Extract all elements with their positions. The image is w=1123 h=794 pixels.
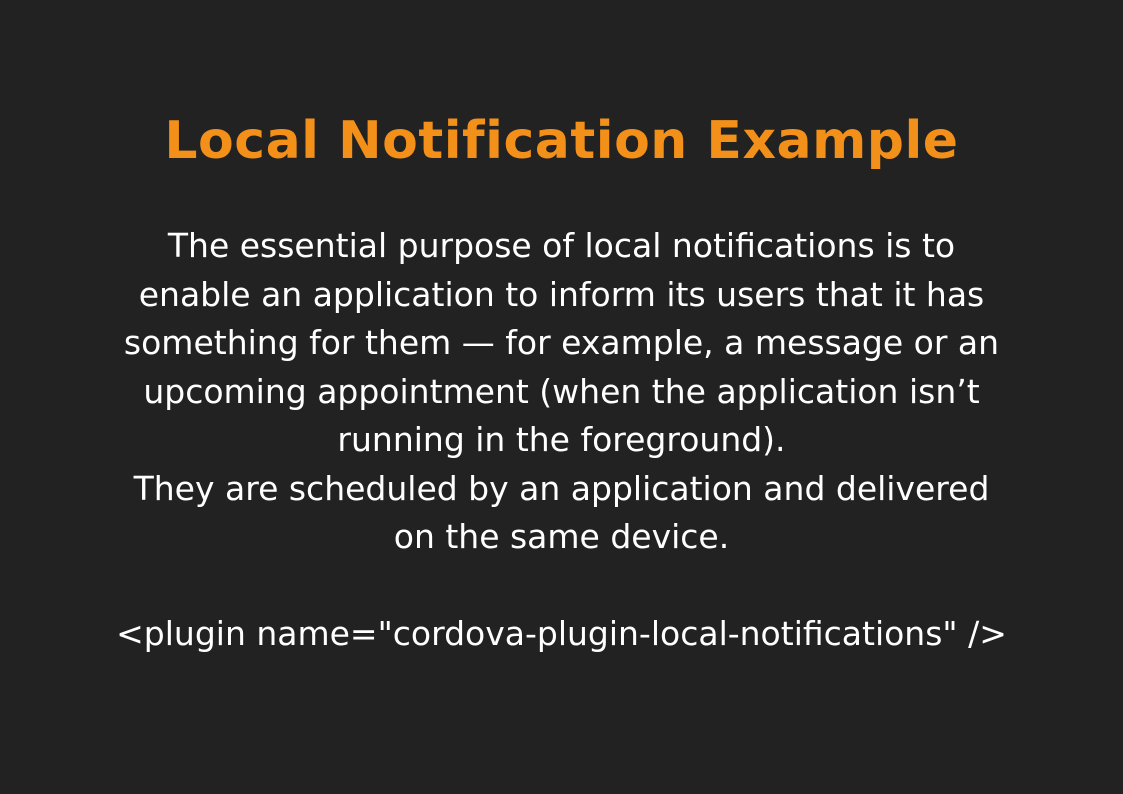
- slide-body: The essential purpose of local notificat…: [40, 222, 1083, 659]
- slide: Local Notification Example The essential…: [0, 0, 1123, 794]
- description-line: They are scheduled by an application and…: [133, 468, 990, 508]
- description-line: something for them — for example, a mess…: [123, 323, 1000, 362]
- description-line: The essential purpose of local notificat…: [167, 226, 956, 265]
- slide-title: Local Notification Example: [164, 111, 959, 171]
- plugin-code-line: <plugin name="cordova-plugin-local-notif…: [116, 614, 1007, 653]
- description-line: on the same device.: [393, 517, 730, 556]
- description-line: enable an application to inform its user…: [138, 274, 985, 314]
- description-line: upcoming appointment (when the applicati…: [143, 371, 980, 411]
- description-line: running in the foreground).: [337, 420, 786, 459]
